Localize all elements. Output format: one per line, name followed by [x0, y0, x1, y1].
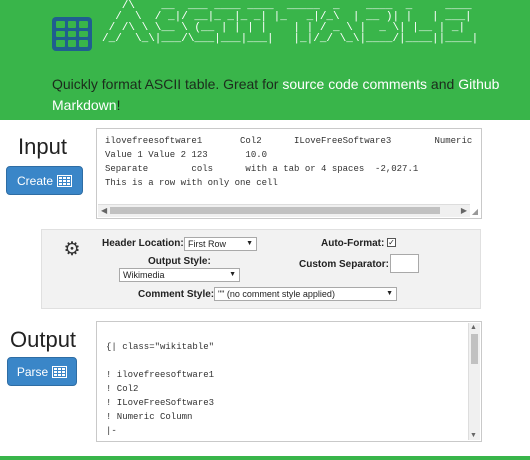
auto-format-label: Auto-Format:: [321, 238, 385, 249]
scroll-down-icon[interactable]: ▼: [470, 432, 477, 439]
tagline-start: Quickly format ASCII table. Great for: [52, 76, 283, 92]
resize-grip-icon[interactable]: ◢: [470, 207, 480, 217]
tagline: Quickly format ASCII table. Great for so…: [52, 74, 522, 116]
create-button[interactable]: Create: [6, 166, 83, 195]
input-title: Input: [18, 134, 67, 159]
ascii-table-title: /\ __ ___ ____ ____ _____ _ ____ _ ____ …: [102, 0, 479, 45]
comment-style-label: Comment Style:: [138, 289, 215, 300]
table-logo-icon: [52, 17, 92, 51]
tagline-end: !: [116, 97, 121, 113]
input-text: ilovefreesoftware1 Col2 ILoveFreeSoftwar…: [105, 136, 473, 188]
output-title: Output: [10, 327, 77, 352]
input-textarea[interactable]: ilovefreesoftware1 Col2 ILoveFreeSoftwar…: [96, 128, 482, 219]
scroll-right-icon[interactable]: ▶: [461, 205, 467, 217]
comment-style-value: "" (no comment style applied): [218, 289, 335, 299]
output-scroll-thumb[interactable]: [471, 334, 478, 364]
chevron-down-icon: ▼: [386, 290, 393, 297]
create-button-label: Create: [16, 173, 54, 188]
custom-separator-input[interactable]: [390, 254, 419, 273]
parse-button-label: Parse: [16, 364, 49, 379]
chevron-down-icon: ▼: [229, 271, 236, 278]
footer-bar: [0, 456, 530, 460]
input-horizontal-scrollbar[interactable]: ◀ ▶: [98, 204, 470, 217]
auto-format-checkbox[interactable]: ✓: [387, 238, 396, 247]
table-icon: [57, 174, 73, 187]
table-icon: [52, 365, 68, 378]
chevron-down-icon: ▼: [246, 240, 253, 247]
scroll-left-icon[interactable]: ◀: [101, 205, 107, 217]
output-style-value: Wikimedia: [123, 270, 165, 280]
custom-separator-label: Custom Separator:: [299, 259, 390, 270]
scroll-up-icon[interactable]: ▲: [470, 324, 477, 331]
source-code-comments-link[interactable]: source code comments: [282, 76, 427, 92]
output-style-select[interactable]: Wikimedia ▼: [119, 268, 240, 282]
input-scroll-thumb[interactable]: [110, 207, 440, 214]
output-style-label: Output Style:: [148, 256, 211, 267]
header-location-select[interactable]: First Row ▼: [184, 237, 257, 251]
header-banner: /\ __ ___ ____ ____ _____ _ ____ _ ____ …: [0, 0, 530, 120]
comment-style-select[interactable]: "" (no comment style applied) ▼: [214, 287, 397, 301]
output-textarea[interactable]: {| class="wikitable" ! ilovefreesoftware…: [96, 321, 482, 442]
output-vertical-scrollbar[interactable]: ▲ ▼: [468, 323, 480, 440]
output-text: {| class="wikitable" ! ilovefreesoftware…: [106, 342, 215, 436]
parse-button[interactable]: Parse: [7, 357, 77, 386]
tagline-and: and: [427, 76, 459, 92]
header-location-value: First Row: [188, 239, 226, 249]
options-panel: ⚙ Header Location: First Row ▼ Auto-Form…: [41, 229, 481, 309]
gear-icon: ⚙: [63, 239, 81, 260]
header-location-label: Header Location:: [102, 238, 184, 249]
